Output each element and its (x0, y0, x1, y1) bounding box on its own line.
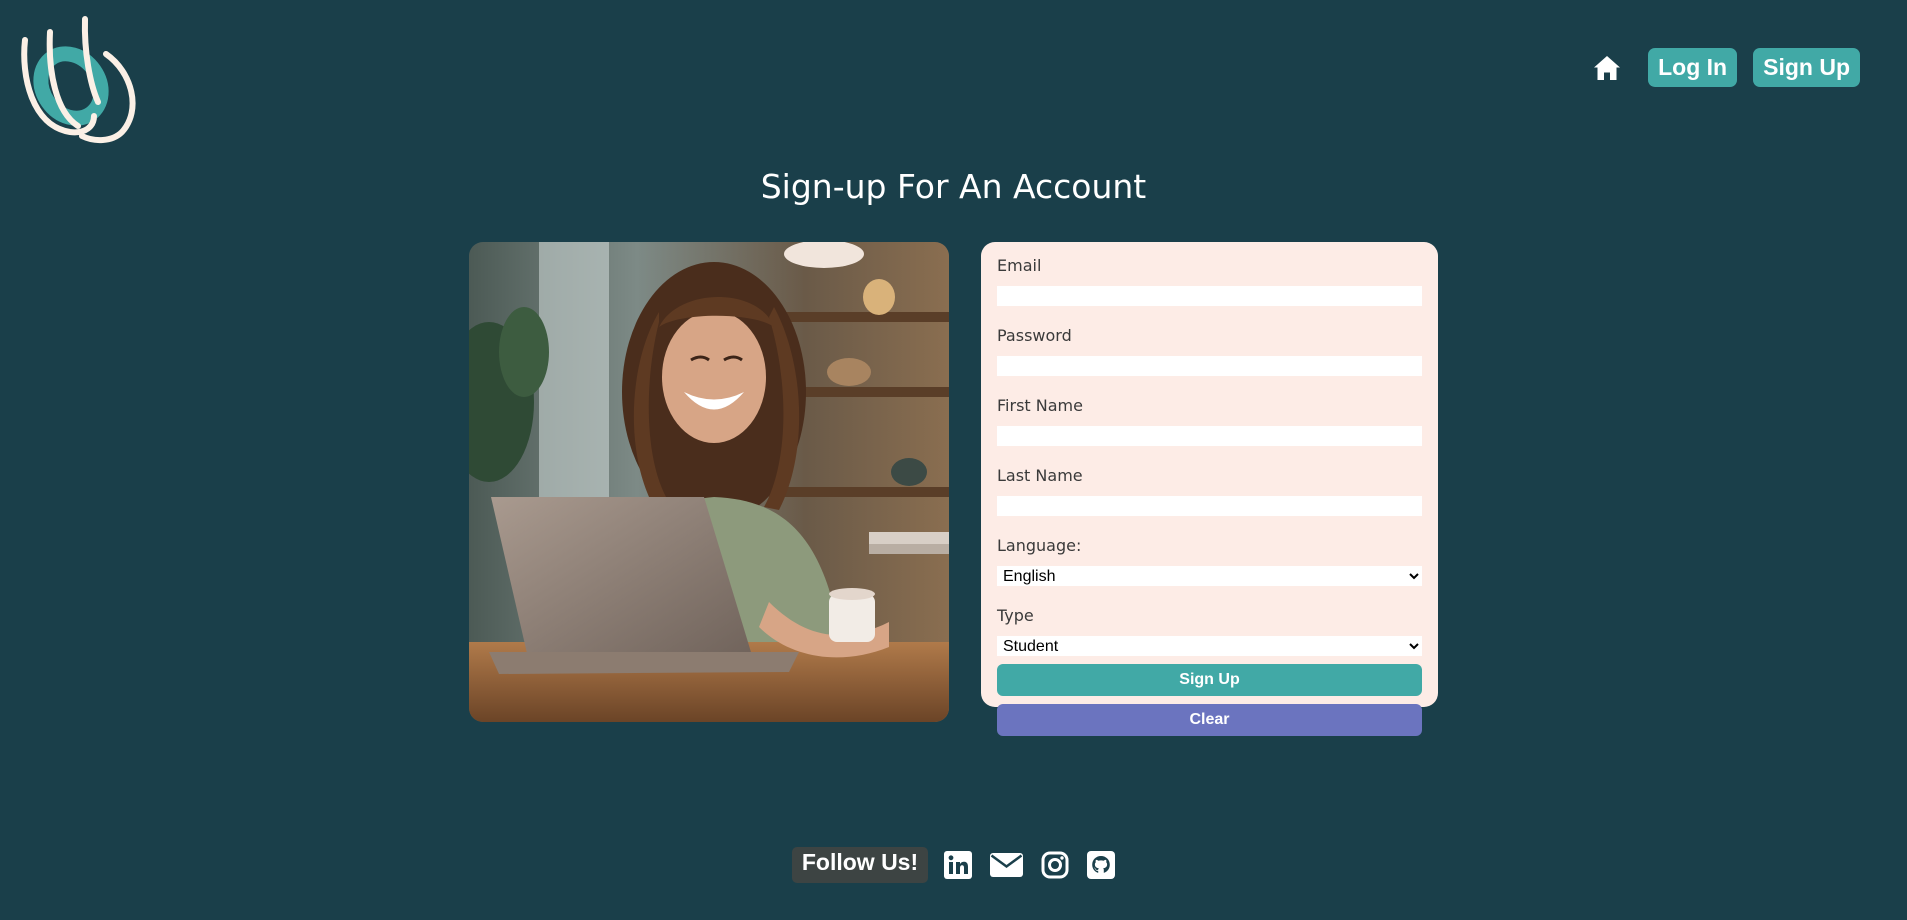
last-name-field[interactable] (997, 496, 1422, 516)
email-label: Email (997, 256, 1042, 275)
follow-us-label: Follow Us! (791, 847, 929, 883)
signup-form: Email Password First Name Last Name Lang… (981, 242, 1438, 736)
home-icon[interactable] (1592, 53, 1622, 83)
hero-photo (469, 242, 949, 722)
first-name-field[interactable] (997, 426, 1422, 446)
page-title: Sign-up For An Account (760, 167, 1147, 206)
password-label: Password (997, 326, 1072, 345)
clear-button[interactable]: Clear (997, 704, 1422, 736)
email-icon[interactable] (990, 847, 1024, 883)
last-name-label: Last Name (997, 466, 1083, 485)
password-field[interactable] (997, 356, 1422, 376)
instagram-icon[interactable] (1041, 847, 1069, 883)
language-label: Language: (997, 536, 1082, 555)
login-button[interactable]: Log In (1648, 48, 1738, 87)
first-name-label: First Name (997, 396, 1083, 415)
language-select[interactable]: English (997, 566, 1422, 586)
top-nav: Log In Sign Up (1592, 48, 1860, 87)
footer: Follow Us! (0, 847, 1907, 883)
signup-nav-button[interactable]: Sign Up (1753, 48, 1860, 87)
linkedin-icon[interactable] (944, 847, 973, 883)
signup-submit-button[interactable]: Sign Up (997, 664, 1422, 696)
email-field[interactable] (997, 286, 1422, 306)
type-label: Type (997, 606, 1034, 625)
type-select[interactable]: Student (997, 636, 1422, 656)
github-icon[interactable] (1087, 847, 1116, 883)
site-logo[interactable] (16, 14, 142, 144)
